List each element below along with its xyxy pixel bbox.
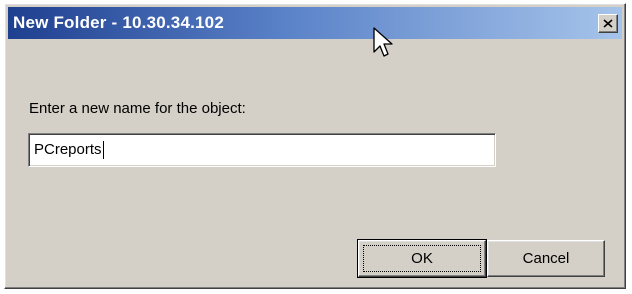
new-folder-dialog: New Folder - 10.30.34.102 Enter a new na… <box>4 3 626 289</box>
text-caret <box>102 141 104 160</box>
cancel-button[interactable]: Cancel <box>487 240 605 277</box>
mouse-pointer-icon <box>373 27 393 57</box>
close-button[interactable] <box>598 14 618 33</box>
cancel-button-label: Cancel <box>522 250 570 267</box>
folder-name-input[interactable]: PCreports <box>28 133 496 167</box>
ok-button[interactable]: OK <box>357 239 487 278</box>
window-title: New Folder - 10.30.34.102 <box>13 13 224 32</box>
title-bar[interactable]: New Folder - 10.30.34.102 <box>8 7 622 39</box>
focus-rectangle <box>363 245 481 272</box>
prompt-label: Enter a new name for the object: <box>29 100 246 117</box>
close-icon <box>603 19 613 28</box>
folder-name-value: PCreports <box>34 141 102 158</box>
